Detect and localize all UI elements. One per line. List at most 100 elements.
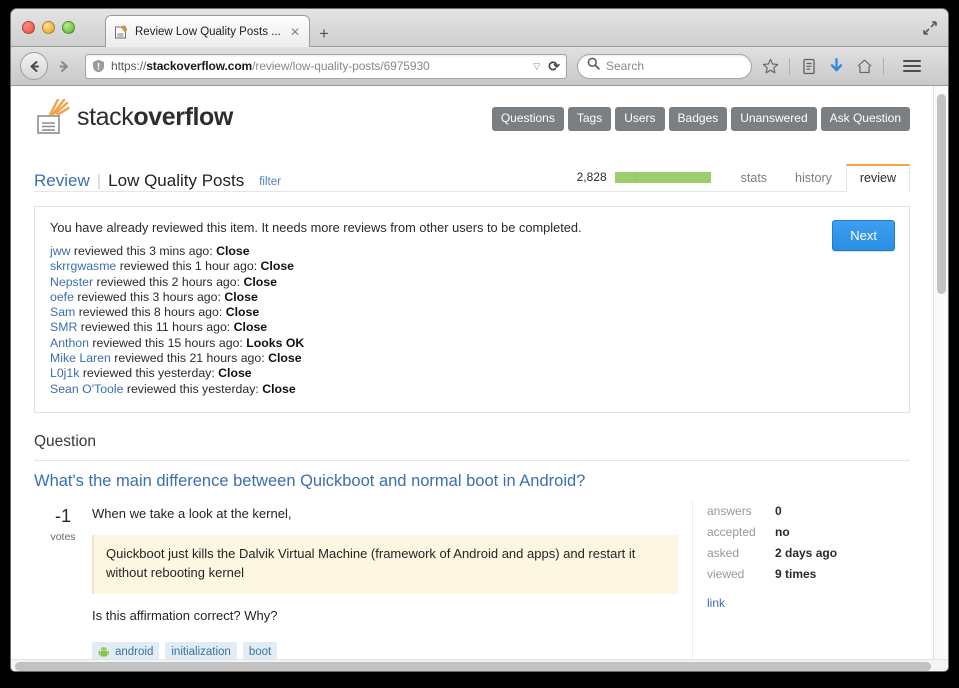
tag-initialization[interactable]: initialization [165, 641, 237, 659]
next-button[interactable]: Next [832, 220, 895, 251]
url-host: stackoverflow.com [146, 59, 253, 73]
minimize-window-button[interactable] [42, 21, 55, 34]
question-body: What's the main difference between Quick… [34, 472, 910, 659]
reviewer-link[interactable]: skrrgwasme [50, 259, 116, 273]
nav-item-unanswered[interactable]: Unanswered [731, 107, 817, 132]
review-entry-action: Looks OK [246, 335, 305, 350]
question-title-link[interactable]: What's the main difference between Quick… [34, 472, 692, 491]
web-page: stackoverflow Questions Tags Users Badge… [11, 86, 933, 659]
browser-tab[interactable]: Review Low Quality Posts ... ✕ [105, 15, 310, 47]
review-entry-action: Close [225, 305, 260, 320]
back-arrow-icon[interactable] [20, 52, 48, 80]
vote-cell: -1 votes [34, 505, 92, 659]
reader-list-icon[interactable] [799, 57, 818, 76]
breadcrumb-review-link[interactable]: Review [34, 171, 90, 191]
tag-android[interactable]: android [92, 641, 160, 659]
review-entry-action: Close [268, 351, 302, 366]
address-bar[interactable]: https://stackoverflow.com/review/low-qua… [85, 53, 567, 79]
browser-navigation-bar: https://stackoverflow.com/review/low-qua… [11, 47, 948, 86]
stackoverflow-logo-text: stackoverflow [77, 105, 233, 130]
reload-icon[interactable]: ⟳ [548, 58, 560, 75]
stackoverflow-logo[interactable]: stackoverflow [36, 98, 233, 135]
browser-search-box[interactable]: Search [577, 53, 752, 79]
reviewer-link[interactable]: oefe [50, 290, 74, 304]
review-entry-middle: reviewed this yesterday: [79, 366, 219, 381]
review-entry-action: Close [260, 259, 295, 274]
nav-item-tags[interactable]: Tags [567, 107, 612, 132]
review-entry-middle: reviewed this 3 hours ago: [73, 289, 225, 304]
question-post: -1 votes When we take a look at the kern… [34, 505, 692, 659]
reviewer-link[interactable]: Mike Laren [50, 351, 111, 365]
reviewer-link[interactable]: jww [50, 244, 71, 258]
review-filter-link[interactable]: filter [259, 176, 281, 188]
horizontal-scrollbar-thumb[interactable] [15, 662, 931, 671]
reviewer-link[interactable]: Nepster [50, 275, 93, 289]
toolbar-divider [789, 57, 790, 75]
review-entry-middle: reviewed this 3 mins ago: [70, 244, 217, 258]
tag-boot[interactable]: boot [242, 641, 278, 659]
review-entry-middle: reviewed this 8 hours ago: [75, 305, 226, 320]
post-paragraph: Is this affirmation correct? Why? [92, 608, 278, 624]
review-history-entry: Sam reviewed this 8 hours ago: Close [50, 305, 894, 320]
window-controls [22, 21, 75, 34]
home-icon[interactable] [855, 57, 874, 76]
close-tab-button[interactable]: ✕ [287, 26, 303, 38]
review-history-entry: SMR reviewed this 11 hours ago: Close [50, 320, 894, 335]
vertical-scrollbar[interactable] [933, 86, 948, 659]
tab-history[interactable]: history [781, 164, 846, 192]
nav-item-ask-question[interactable]: Ask Question [820, 107, 910, 132]
tab-review[interactable]: review [845, 164, 910, 192]
progress-segment [614, 172, 637, 183]
question-stats-sidebar: answers 0 accepted no asked 2 days ago v… [692, 499, 910, 659]
review-header-right: 2,828 stats history review [576, 163, 910, 192]
question-permalink[interactable]: link [707, 596, 910, 610]
review-entry-middle: reviewed this 21 hours ago: [110, 351, 269, 366]
review-progress-bar [614, 172, 711, 183]
review-entry-action: Close [262, 381, 296, 396]
review-entry-middle: reviewed this yesterday: [123, 381, 263, 396]
zoom-window-button[interactable] [62, 21, 75, 34]
reviewer-link[interactable]: SMR [50, 320, 77, 334]
reviewer-link[interactable]: Anthon [50, 336, 89, 350]
page-viewport: stackoverflow Questions Tags Users Badge… [11, 86, 948, 671]
progress-segment [636, 172, 711, 183]
stat-key: answers [707, 503, 752, 518]
reviewer-link[interactable]: Sam [50, 305, 75, 319]
url-path: /review/low-quality-posts/6975930 [252, 59, 430, 73]
horizontal-scrollbar[interactable] [11, 659, 948, 671]
breadcrumb-separator: | [96, 171, 102, 190]
stat-key: asked [707, 545, 740, 560]
nav-item-badges[interactable]: Badges [668, 107, 728, 132]
reviewer-link[interactable]: Sean O'Toole [50, 382, 123, 396]
browser-toolbar-icons [761, 57, 921, 76]
warning-shield-icon[interactable] [92, 59, 105, 73]
download-arrow-icon[interactable] [827, 57, 846, 76]
close-window-button[interactable] [22, 21, 35, 34]
nav-item-questions[interactable]: Questions [491, 107, 564, 132]
review-entry-middle: reviewed this 2 hours ago: [93, 274, 244, 289]
review-count: 2,828 [576, 170, 607, 184]
vertical-scrollbar-thumb[interactable] [937, 94, 946, 294]
maximize-icon[interactable] [922, 20, 938, 36]
stat-answers: answers 0 [707, 504, 910, 518]
question-section-heading: Question [34, 433, 910, 461]
browser-tab-title: Review Low Quality Posts ... [135, 25, 281, 38]
star-icon[interactable] [761, 57, 780, 76]
review-history-entry: oefe reviewed this 3 hours ago: Close [50, 290, 894, 305]
forward-arrow-icon[interactable] [50, 53, 77, 80]
stat-value: 2 days ago [775, 545, 838, 560]
address-bar-url: https://stackoverflow.com/review/low-qua… [111, 59, 529, 73]
post-blockquote: Quickboot just kills the Dalvik Virtual … [92, 535, 678, 595]
nav-item-users[interactable]: Users [615, 107, 665, 132]
new-tab-button[interactable]: + [319, 25, 329, 42]
tab-stats[interactable]: stats [727, 164, 781, 192]
review-entry-action: Close [216, 244, 250, 258]
android-robot-icon [98, 646, 111, 659]
review-entry-action: Close [224, 289, 258, 304]
stackoverflow-logo-icon [36, 98, 70, 135]
review-entry-action: Close [233, 320, 268, 335]
reviewer-link[interactable]: L0j1k [50, 366, 79, 380]
hamburger-menu-icon[interactable] [903, 60, 921, 72]
chevron-down-icon[interactable]: ▽ [533, 61, 540, 72]
site-top-navigation: Questions Tags Users Badges Unanswered A… [491, 99, 910, 132]
